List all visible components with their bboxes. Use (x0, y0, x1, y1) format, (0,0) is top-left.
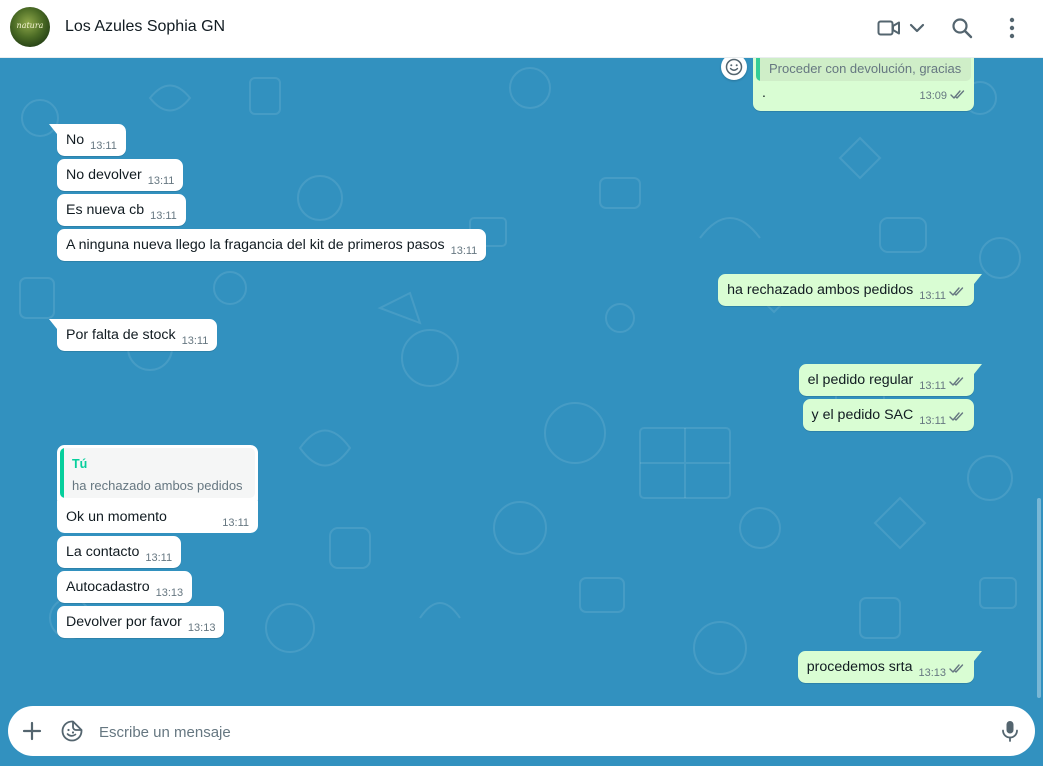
read-ticks-icon (950, 87, 966, 105)
message-time: 13:11 (181, 335, 209, 347)
video-call-icon (877, 20, 900, 36)
message-bubble-incoming[interactable]: Devolver por favor 13:13 (57, 606, 225, 638)
chat-scrollbar[interactable] (1037, 498, 1041, 698)
bubble-tail (974, 651, 982, 661)
bubble-tail (974, 364, 982, 374)
message-text: procedemos srta (806, 659, 913, 675)
message-text: Autocadastro (66, 579, 150, 595)
message-meta: 13:11 (919, 399, 965, 431)
message-bubble-outgoing[interactable]: procedemos srta 13:13 (797, 651, 982, 683)
message-time: 13:11 (147, 175, 175, 187)
message-time: 13:11 (919, 380, 946, 392)
message-meta: 13:11 (145, 536, 172, 568)
avatar-logo-text: natura (16, 21, 44, 30)
attach-button[interactable] (17, 716, 47, 746)
message-time: 13:13 (187, 622, 216, 634)
read-ticks-icon (949, 661, 965, 679)
message-meta: 13:11 (182, 319, 209, 351)
message-bubble-incoming[interactable]: No devolver 13:11 (57, 159, 184, 191)
message-text: y el pedido SAC (811, 407, 914, 423)
message-meta: 13:11 (222, 501, 249, 533)
message-text: Ok un momento (66, 509, 167, 525)
search-button[interactable] (947, 13, 977, 43)
quote-accent-bar (756, 58, 760, 81)
delivered-ticks-icon (949, 284, 965, 302)
quote-accent-bar (60, 448, 64, 498)
message-meta: 13:11 (148, 159, 175, 191)
composer-footer (0, 704, 1043, 766)
kebab-menu-icon (1009, 17, 1015, 39)
menu-button[interactable] (997, 13, 1027, 43)
quoted-text: Proceder con devolución, gracias (769, 61, 962, 76)
message-bubble-incoming-quoted[interactable]: Tú ha rechazado ambos pedidos (57, 445, 258, 507)
message-bubble-outgoing[interactable]: ha rechazado ambos pedidos 13:11 (718, 274, 982, 306)
message-text: No (66, 132, 85, 148)
message-meta: 13:11 (90, 124, 117, 156)
message-meta: 13:11 (451, 229, 478, 261)
plus-icon (22, 721, 42, 741)
video-call-button[interactable] (876, 13, 928, 43)
sticker-button[interactable] (57, 716, 87, 746)
message-text: Es nueva cb (66, 202, 145, 218)
message-time: 13:11 (90, 140, 117, 152)
bubble-tail (49, 124, 57, 134)
chat-panel[interactable]: Proceder con devolución, gracias . 13:09… (0, 58, 1043, 704)
contact-avatar[interactable]: natura (10, 7, 50, 47)
message-bubble-incoming[interactable]: No 13:11 (49, 124, 126, 156)
chat-header: natura Los Azules Sophia GN (0, 0, 1043, 58)
message-text: La contacto (66, 544, 140, 560)
quoted-message[interactable]: Tú ha rechazado ambos pedidos (60, 448, 255, 498)
message-meta: 13:11 (919, 364, 965, 396)
message-time: 13:11 (145, 552, 173, 564)
message-time: 13:11 (919, 415, 946, 427)
message-time: 13:11 (222, 517, 249, 529)
message-text: . (762, 84, 766, 100)
message-bubble-incoming[interactable]: Autocadastro 13:13 (57, 571, 193, 603)
message-meta: 13:13 (918, 651, 965, 683)
composer-bar (8, 706, 1035, 756)
message-meta: 13:11 (150, 194, 177, 226)
message-meta: 13:09 (919, 87, 966, 105)
message-input[interactable] (97, 718, 981, 746)
message-bubble-incoming[interactable]: La contacto 13:11 (57, 536, 182, 568)
message-bubble-outgoing[interactable]: Proceder con devolución, gracias . 13:09 (753, 58, 974, 111)
message-time: 13:11 (150, 210, 177, 222)
bubble-tail (974, 274, 982, 284)
contact-name[interactable]: Los Azules Sophia GN (65, 18, 225, 36)
message-text: Por falta de stock (66, 327, 176, 343)
message-meta: 13:11 (919, 274, 965, 306)
message-bubble-incoming[interactable]: Por falta de stock 13:11 (49, 319, 218, 351)
sticker-icon (61, 720, 83, 742)
message-text: ha rechazado ambos pedidos (727, 282, 914, 298)
quote-author: Tú (72, 457, 88, 471)
message-meta: 13:13 (156, 571, 184, 603)
read-ticks-icon (949, 374, 965, 392)
message-time: 13:13 (918, 667, 946, 679)
bubble-tail (49, 319, 57, 329)
message-time: 13:09 (919, 89, 947, 102)
message-text: el pedido regular (807, 372, 914, 388)
message-bubble-incoming[interactable]: Ok un momento 13:11 (57, 501, 258, 533)
read-ticks-icon (949, 409, 965, 427)
message-time: 13:11 (919, 290, 946, 302)
message-bubble-incoming[interactable]: Es nueva cb 13:11 (57, 194, 186, 226)
quoted-text: ha rechazado ambos pedidos (72, 478, 243, 493)
search-icon (952, 18, 973, 39)
message-text: Devolver por favor (66, 614, 182, 630)
emoji-react-icon (725, 58, 743, 76)
message-text: No devolver (66, 167, 142, 183)
microphone-icon (1002, 721, 1018, 742)
message-bubble-outgoing[interactable]: el pedido regular 13:11 (798, 364, 982, 396)
message-meta: 13:13 (188, 606, 216, 638)
message-bubble-outgoing[interactable]: y el pedido SAC 13:11 (802, 399, 974, 431)
message-bubble-incoming[interactable]: A ninguna nueva llego la fragancia del k… (57, 229, 487, 261)
chevron-down-icon (909, 23, 925, 33)
message-time: 13:11 (450, 245, 478, 257)
message-text: A ninguna nueva llego la fragancia del k… (66, 237, 445, 253)
voice-message-button[interactable] (995, 716, 1025, 746)
quoted-message[interactable]: Proceder con devolución, gracias (756, 58, 971, 81)
message-time: 13:13 (155, 587, 184, 599)
